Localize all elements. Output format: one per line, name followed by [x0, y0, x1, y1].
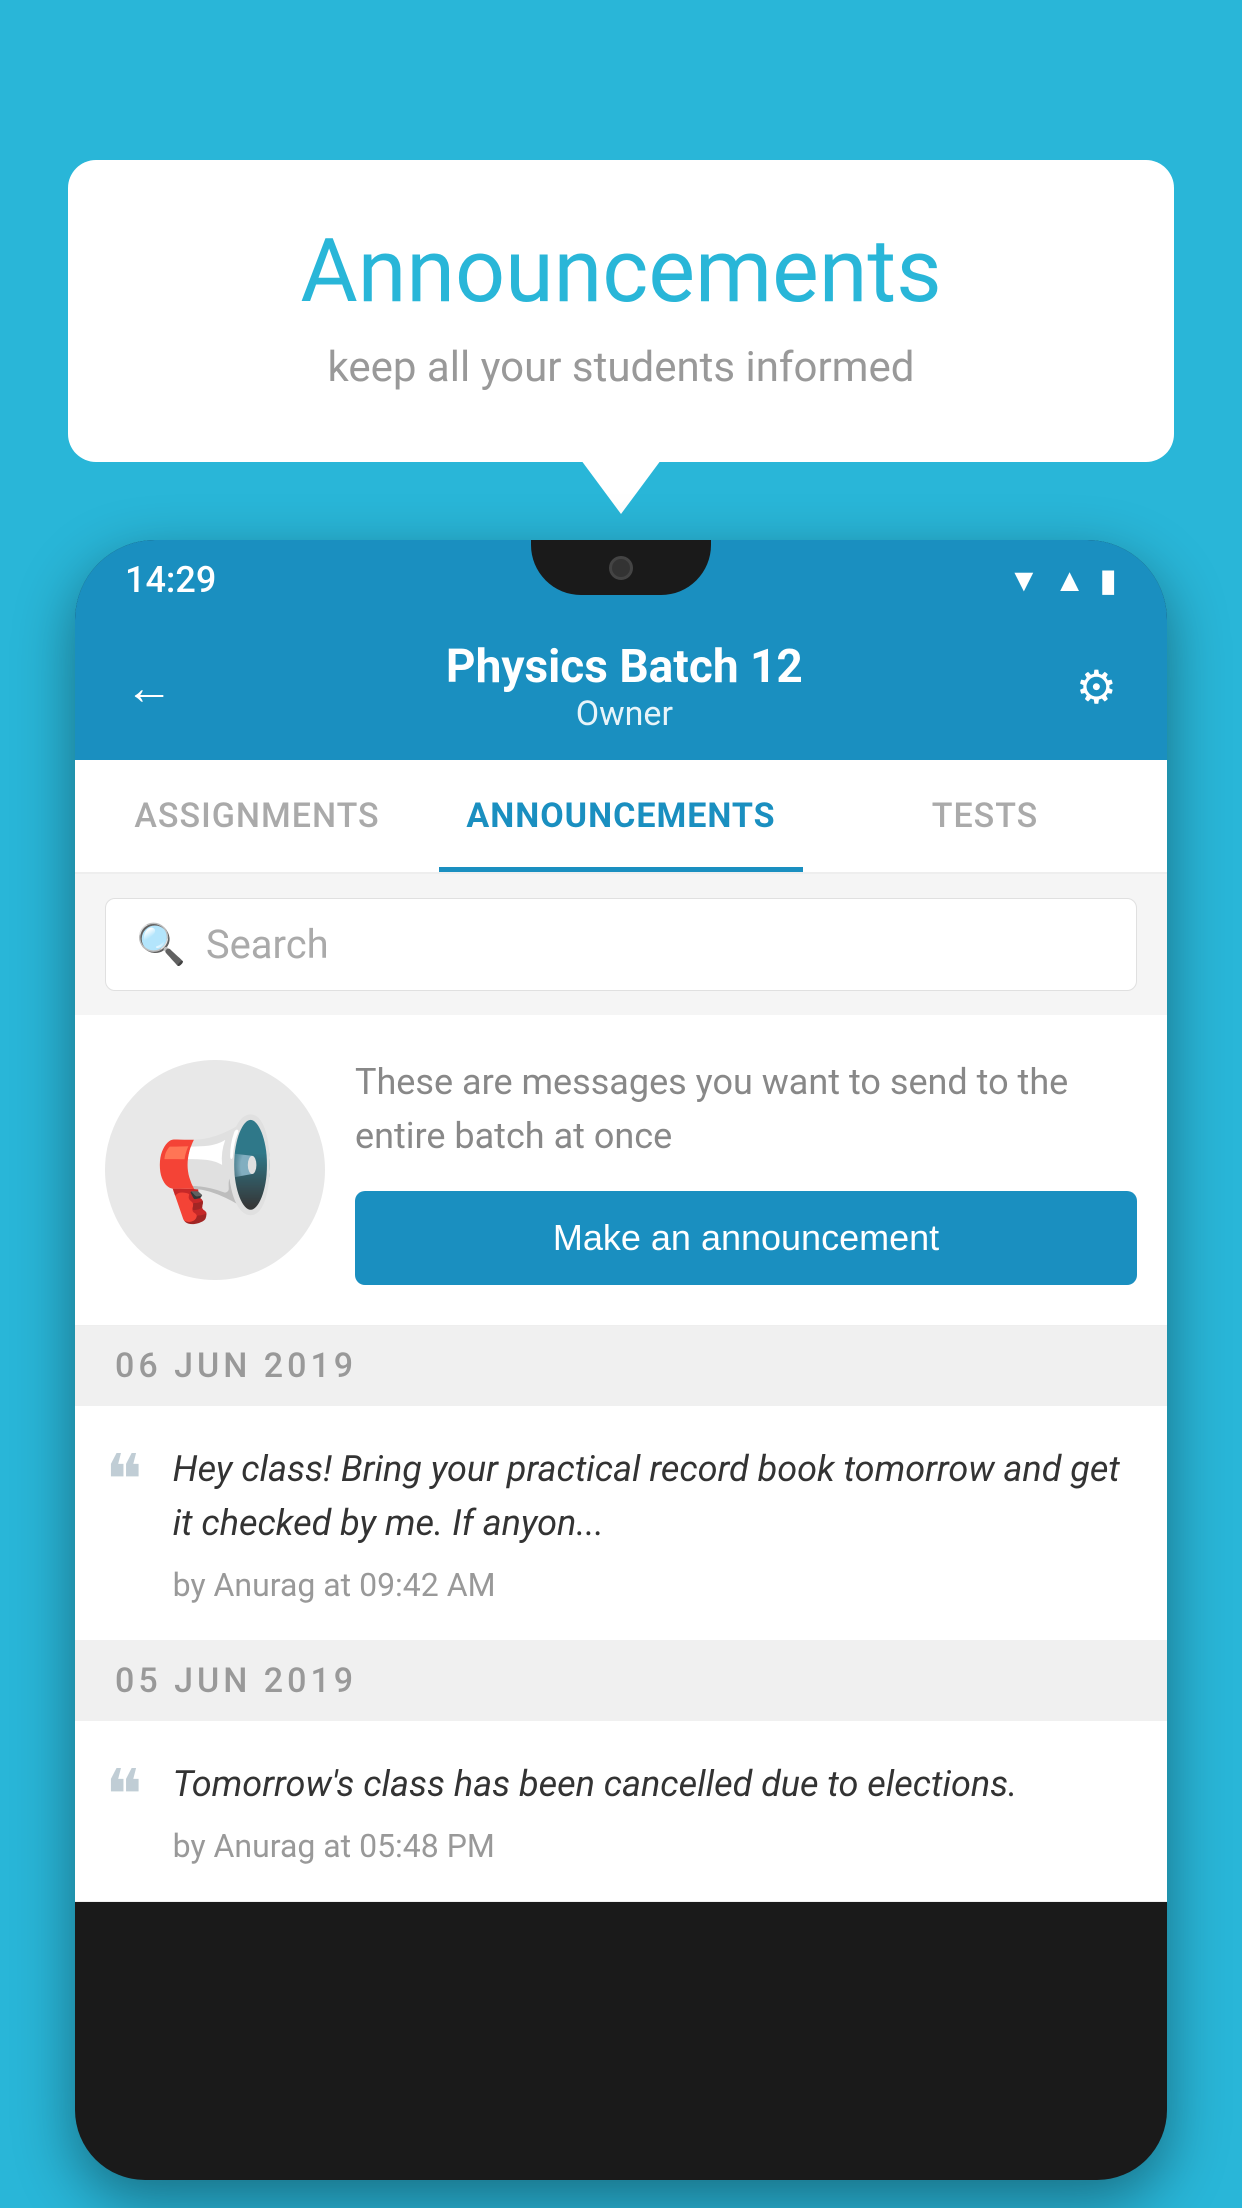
settings-icon[interactable]: ⚙: [1076, 660, 1117, 715]
announcement-content-2: Tomorrow's class has been cancelled due …: [173, 1757, 1137, 1865]
status-icons: ▼ ▲ ▮: [1008, 561, 1117, 599]
announcement-message-1: Hey class! Bring your practical record b…: [173, 1442, 1137, 1550]
header-subtitle: Owner: [446, 694, 803, 734]
announcement-item-1: ❝ Hey class! Bring your practical record…: [75, 1406, 1167, 1641]
app-header: ← Physics Batch 12 Owner ⚙: [75, 620, 1167, 760]
announcement-item-2: ❝ Tomorrow's class has been cancelled du…: [75, 1721, 1167, 1902]
header-center: Physics Batch 12 Owner: [446, 640, 803, 734]
announcement-content-1: Hey class! Bring your practical record b…: [173, 1442, 1137, 1604]
search-icon: 🔍: [136, 921, 186, 968]
signal-icon: ▲: [1054, 561, 1086, 599]
status-bar: 14:29 ▼ ▲ ▮: [75, 540, 1167, 620]
announcement-promo: 📢 These are messages you want to send to…: [75, 1015, 1167, 1326]
make-announcement-button[interactable]: Make an announcement: [355, 1191, 1137, 1285]
announcement-meta-1: by Anurag at 09:42 AM: [173, 1566, 1137, 1604]
promo-right: These are messages you want to send to t…: [355, 1055, 1137, 1285]
search-bar[interactable]: 🔍 Search: [105, 898, 1137, 991]
tabs-container: ASSIGNMENTS ANNOUNCEMENTS TESTS: [75, 760, 1167, 874]
phone-frame: 14:29 ▼ ▲ ▮ ← Physics Batch 12: [75, 540, 1167, 2180]
announcement-message-2: Tomorrow's class has been cancelled due …: [173, 1757, 1137, 1811]
status-time: 14:29: [125, 559, 216, 601]
back-button[interactable]: ←: [125, 659, 173, 716]
megaphone-circle: 📢: [105, 1060, 325, 1280]
speech-bubble-title: Announcements: [148, 220, 1094, 323]
date-separator-1: 06 JUN 2019: [75, 1326, 1167, 1406]
header-title: Physics Batch 12: [446, 640, 803, 694]
speech-bubble-container: Announcements keep all your students inf…: [68, 160, 1174, 462]
promo-description: These are messages you want to send to t…: [355, 1055, 1137, 1163]
quote-icon-1: ❝: [105, 1447, 143, 1517]
wifi-icon: ▼: [1008, 561, 1040, 599]
megaphone-icon: 📢: [153, 1112, 278, 1229]
phone-notch: [531, 540, 711, 595]
announcement-meta-2: by Anurag at 05:48 PM: [173, 1827, 1137, 1865]
search-container: 🔍 Search: [75, 874, 1167, 1015]
camera: [609, 556, 633, 580]
battery-icon: ▮: [1099, 561, 1117, 599]
tab-tests[interactable]: TESTS: [803, 760, 1167, 872]
speech-bubble-subtitle: keep all your students informed: [148, 343, 1094, 392]
date-separator-2: 05 JUN 2019: [75, 1641, 1167, 1721]
quote-icon-2: ❝: [105, 1762, 143, 1832]
tab-announcements[interactable]: ANNOUNCEMENTS: [439, 760, 803, 872]
phone-container: 14:29 ▼ ▲ ▮ ← Physics Batch 12: [75, 540, 1167, 2208]
speech-bubble: Announcements keep all your students inf…: [68, 160, 1174, 462]
search-input[interactable]: Search: [206, 921, 329, 968]
tab-assignments[interactable]: ASSIGNMENTS: [75, 760, 439, 872]
